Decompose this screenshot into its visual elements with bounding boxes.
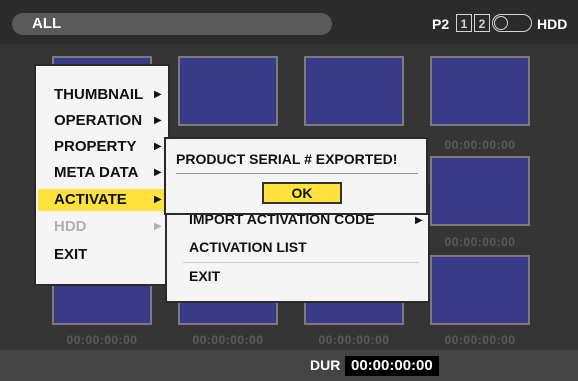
clip-thumbnail[interactable] (304, 56, 404, 126)
mode-label: ALL (32, 15, 62, 32)
menu-item-meta-data[interactable]: META DATA (54, 164, 138, 181)
dialog-message: PRODUCT SERIAL # EXPORTED! (176, 151, 398, 167)
clip-thumbnail[interactable] (178, 56, 278, 126)
clip-thumbnail[interactable] (430, 255, 530, 325)
menu-item-property[interactable]: PROPERTY (54, 138, 137, 155)
menu-item-thumbnail[interactable]: THUMBNAIL (54, 86, 143, 103)
submenu-arrow-icon: ▶ (154, 167, 162, 178)
clip-thumbnail[interactable] (430, 56, 530, 126)
menu-divider (183, 262, 419, 263)
clip-timecode: 00:00:00:00 (444, 235, 516, 249)
p2-label: P2 (432, 16, 450, 32)
slot-2-indicator: 2 (474, 14, 490, 32)
menu-item-activate[interactable]: ACTIVATE (54, 191, 127, 208)
main-menu: THUMBNAIL ▶ OPERATION ▶ PROPERTY ▶ META … (34, 64, 170, 286)
menu-item-hdd: HDD (54, 218, 87, 235)
duration-label: DUR (310, 357, 341, 373)
submenu-item-exit[interactable]: EXIT (189, 268, 220, 284)
dialog-divider (176, 173, 418, 174)
clip-timecode: 00:00:00:00 (318, 333, 390, 347)
clip-timecode: 00:00:00:00 (66, 333, 138, 347)
bottom-status-bar (0, 350, 578, 381)
clip-timecode: 00:00:00:00 (192, 333, 264, 347)
hdd-icon (492, 14, 532, 32)
menu-item-operation[interactable]: OPERATION (54, 112, 142, 129)
submenu-arrow-icon: ▶ (154, 221, 162, 232)
submenu-item-activation-list[interactable]: ACTIVATION LIST (189, 239, 307, 255)
submenu-arrow-icon: ▶ (415, 215, 423, 226)
clip-browser-screen: ALL P2 1 2 HDD 00:00:00:00 00:00:00:00 0… (0, 0, 578, 381)
top-status-bar: ALL P2 1 2 HDD (0, 0, 578, 44)
clip-timecode: 00:00:00:00 (444, 138, 516, 152)
ok-button[interactable]: OK (262, 182, 342, 204)
hdd-label: HDD (537, 16, 568, 32)
slot-1-indicator: 1 (456, 14, 472, 32)
clip-timecode: 00:00:00:00 (444, 333, 516, 347)
menu-item-exit[interactable]: EXIT (54, 246, 87, 263)
submenu-arrow-icon: ▶ (154, 141, 162, 152)
export-confirmation-dialog: PRODUCT SERIAL # EXPORTED! OK (164, 137, 428, 215)
submenu-arrow-icon: ▶ (154, 89, 162, 100)
clip-thumbnail[interactable] (430, 156, 530, 226)
duration-value: 00:00:00:00 (345, 356, 439, 376)
submenu-arrow-icon: ▶ (154, 115, 162, 126)
submenu-arrow-icon: ▶ (154, 194, 162, 205)
